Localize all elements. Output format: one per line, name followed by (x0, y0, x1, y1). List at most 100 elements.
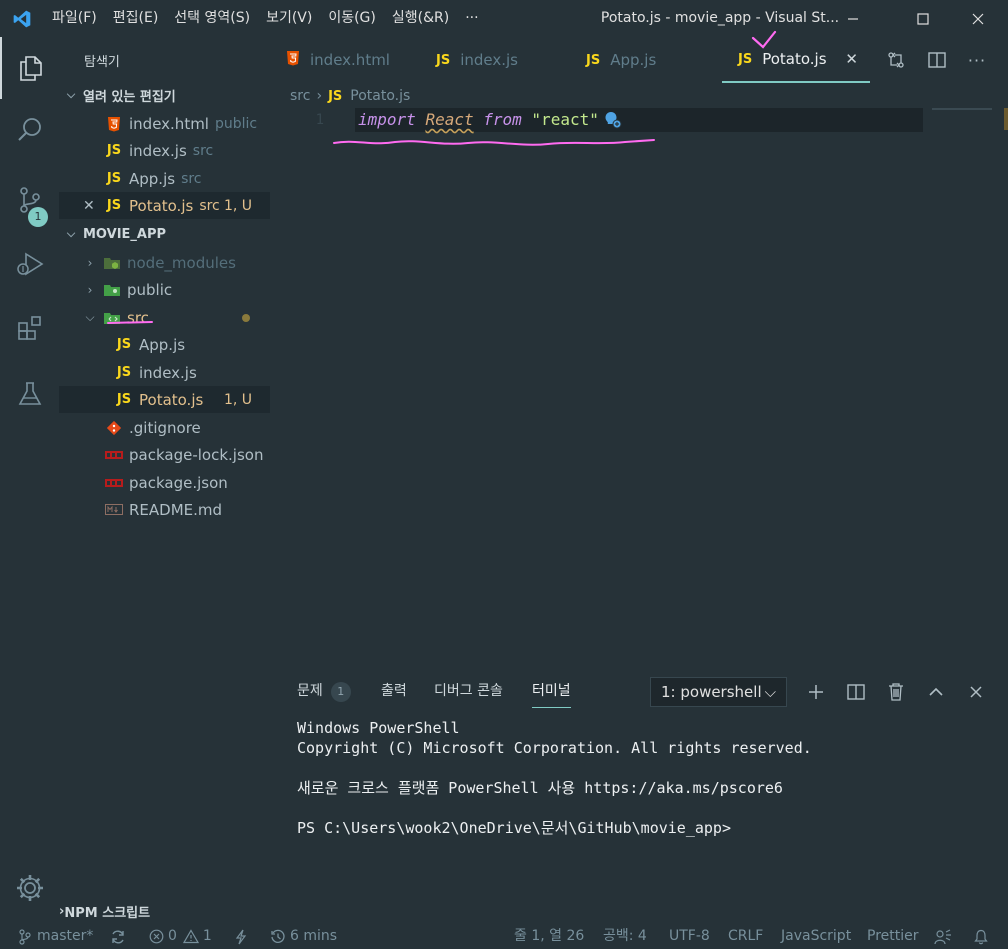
open-editor-potato-js[interactable]: ✕ JS Potato.js src 1, U (59, 192, 270, 219)
lightbulb-icon[interactable] (604, 111, 622, 133)
breadcrumb-folder[interactable]: src (290, 88, 310, 104)
extensions-icon (17, 316, 41, 340)
chevron-down-icon: ⌵ (85, 310, 95, 324)
menu-selection[interactable]: 선택 영역(S) (166, 0, 258, 37)
explorer-activity[interactable] (0, 37, 59, 99)
feedback-icon (934, 928, 951, 944)
close-icon (972, 13, 984, 24)
close-window-button[interactable] (955, 0, 1001, 37)
branch-status[interactable]: master* (18, 924, 93, 949)
search-icon (17, 118, 41, 141)
terminal-prompt[interactable]: PS C:\Users\wook2\OneDrive\문서\GitHub\mov… (297, 818, 731, 838)
maximize-panel-button[interactable] (920, 677, 952, 707)
tab-potato-js[interactable]: JS Potato.js ✕ (722, 37, 870, 83)
tree-file-gitignore[interactable]: .gitignore (59, 414, 270, 441)
minimap[interactable] (932, 108, 992, 110)
maximize-icon (917, 12, 929, 25)
menu-more[interactable]: ··· (457, 0, 486, 37)
npm-scripts-header[interactable]: › NPM 스크립트 (59, 898, 270, 924)
tree-file-package-json[interactable]: package.json (59, 469, 270, 496)
sync-button[interactable] (110, 924, 126, 949)
open-editors-header[interactable]: ⌵ 열려 있는 편집기 (59, 82, 270, 108)
tab-terminal[interactable]: 터미널 (532, 680, 571, 708)
kill-terminal-button[interactable] (880, 677, 912, 707)
language-mode[interactable]: JavaScript (781, 924, 851, 949)
manage-activity[interactable] (0, 857, 59, 919)
extensions-activity[interactable] (0, 297, 59, 359)
minimize-button[interactable] (830, 0, 876, 37)
html5-icon (286, 50, 300, 70)
notifications-button[interactable] (973, 924, 989, 949)
js-icon: JS (106, 171, 122, 186)
chevron-right-icon: › (316, 88, 323, 104)
open-changes-button[interactable] (876, 37, 916, 83)
tree-file-index-js[interactable]: JS index.js (59, 359, 270, 386)
markdown-icon (103, 504, 125, 515)
plus-icon (809, 685, 823, 699)
tab-index-js[interactable]: JS index.js (420, 37, 570, 83)
vscode-logo-icon (0, 0, 44, 37)
end-of-line[interactable]: CRLF (728, 924, 763, 949)
chevron-up-icon (929, 687, 943, 696)
js-icon: JS (436, 52, 451, 68)
new-terminal-button[interactable] (800, 677, 832, 707)
menu-file[interactable]: 파일(F) (44, 0, 105, 37)
files-icon (19, 56, 42, 81)
tab-problems[interactable]: 문제 1 (297, 680, 351, 708)
close-icon (970, 686, 982, 698)
editor-more-actions-button[interactable]: ··· (957, 37, 997, 83)
close-panel-button[interactable] (960, 677, 992, 707)
explorer-title: 탐색기 (84, 55, 120, 70)
open-editor-index-js[interactable]: JS index.js src (59, 137, 270, 164)
encoding[interactable]: UTF-8 (669, 924, 710, 949)
cursor-position[interactable]: 줄 1, 열 26 (514, 924, 584, 949)
time-status[interactable]: 6 mins (270, 924, 337, 949)
split-editor-icon (847, 684, 865, 700)
menu-edit[interactable]: 편집(E) (105, 0, 167, 37)
js-icon: JS (586, 52, 601, 68)
run-debug-activity[interactable] (0, 233, 59, 295)
tree-folder-node-modules[interactable]: › node_modules (59, 249, 270, 276)
problems-status[interactable]: 0 1 (149, 924, 212, 949)
maximize-button[interactable] (900, 0, 946, 37)
close-tab-icon[interactable]: ✕ (845, 50, 858, 68)
code-line[interactable]: import React from "react" (358, 108, 599, 132)
terminal-select[interactable]: 1: powershell ⌵ (650, 677, 787, 707)
search-activity[interactable] (0, 99, 59, 161)
keyword-import: import (358, 110, 416, 129)
tree-file-potato-js[interactable]: JS Potato.js 1, U (59, 386, 270, 413)
nodejs-folder-icon (101, 256, 123, 270)
testing-activity[interactable] (0, 363, 59, 425)
indentation[interactable]: 공백: 4 (603, 924, 647, 949)
project-header[interactable]: ⌵ MOVIE_APP (59, 221, 270, 247)
menu-run[interactable]: 실행(&R) (384, 0, 457, 37)
history-icon (271, 929, 285, 943)
tab-app-js[interactable]: JS App.js (570, 37, 720, 83)
formatter-status[interactable]: Prettier (867, 924, 919, 949)
status-bar: master* 0 1 6 mins 줄 1, 열 26 공백: 4 UTF-8… (0, 924, 1008, 949)
breadcrumb-file[interactable]: Potato.js (350, 88, 410, 104)
source-control-activity[interactable]: 1 (0, 169, 59, 231)
tree-file-readme-md[interactable]: README.md (59, 496, 270, 523)
open-editor-app-js[interactable]: JS App.js src (59, 165, 270, 192)
tab-debug-console[interactable]: 디버그 콘솔 (434, 680, 503, 708)
lightning-status[interactable] (234, 924, 248, 949)
feedback-button[interactable] (934, 924, 952, 949)
menu-go[interactable]: 이동(G) (320, 0, 384, 37)
tab-output[interactable]: 출력 (381, 680, 407, 708)
git-status: 1, U (223, 391, 252, 408)
overview-ruler (1004, 108, 1008, 130)
tree-folder-public[interactable]: › public (59, 276, 270, 303)
open-editor-index-html[interactable]: index.html public (59, 110, 270, 137)
tree-file-package-lock-json[interactable]: package-lock.json (59, 441, 270, 468)
split-terminal-button[interactable] (840, 677, 872, 707)
menu-view[interactable]: 보기(V) (258, 0, 320, 37)
code-editor[interactable]: 1 import React from "react" (270, 108, 1008, 668)
tree-file-app-js[interactable]: JS App.js (59, 331, 270, 358)
js-icon: JS (116, 365, 132, 380)
tab-index-html[interactable]: index.html (270, 37, 420, 83)
split-editor-button[interactable] (917, 37, 957, 83)
tree-folder-src[interactable]: ⌵ src (59, 304, 270, 331)
scm-badge: 1 (28, 207, 48, 227)
close-editor-icon[interactable]: ✕ (83, 198, 103, 214)
